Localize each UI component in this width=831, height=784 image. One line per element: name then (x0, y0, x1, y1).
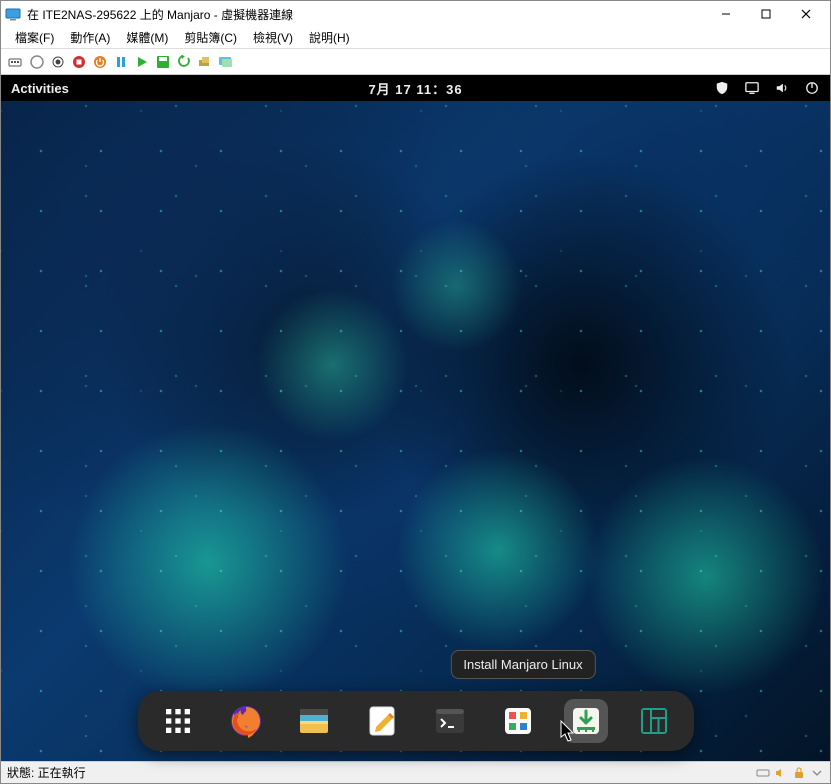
start-icon[interactable] (133, 53, 151, 71)
status-icons (756, 766, 824, 780)
ctrl-alt-del-icon[interactable] (7, 53, 25, 71)
dock-terminal[interactable] (428, 699, 472, 743)
menu-bar: 檔案(F) 動作(A) 媒體(M) 剪貼簿(C) 檢視(V) 說明(H) (1, 27, 830, 49)
close-button[interactable] (786, 2, 826, 26)
vm-toolbar (1, 49, 830, 75)
secure-status-icon[interactable] (792, 766, 806, 780)
menu-action[interactable]: 動作(A) (62, 27, 118, 48)
status-area[interactable] (714, 80, 820, 96)
record-icon[interactable] (49, 53, 67, 71)
dock-manjaro-settings[interactable] (632, 699, 676, 743)
dock-firefox[interactable] (224, 699, 268, 743)
window-title: 在 ITE2NAS-295622 上的 Manjaro - 虛擬機器連線 (27, 6, 706, 23)
minimize-button[interactable] (706, 2, 746, 26)
status-text: 狀態: 正在執行 (7, 764, 756, 781)
pause-icon[interactable] (112, 53, 130, 71)
clock[interactable]: 7月 17 11：36 (368, 79, 462, 98)
shield-icon[interactable] (714, 80, 730, 96)
menu-view[interactable]: 檢視(V) (245, 27, 301, 48)
activities-button[interactable]: Activities (11, 81, 69, 96)
speaker-status-icon[interactable] (774, 766, 788, 780)
menu-clipboard[interactable]: 剪貼簿(C) (176, 27, 245, 48)
network-icon[interactable] (756, 766, 770, 780)
dock-files[interactable] (292, 699, 336, 743)
power-off-icon[interactable] (91, 53, 109, 71)
connect-icon[interactable] (28, 53, 46, 71)
revert-icon[interactable] (175, 53, 193, 71)
dock-install-manjaro[interactable] (564, 699, 608, 743)
stop-icon[interactable] (70, 53, 88, 71)
gnome-top-bar: Activities 7月 17 11：36 (1, 75, 830, 101)
maximize-button[interactable] (746, 2, 786, 26)
chevron-down-icon[interactable] (810, 766, 824, 780)
dock-text-editor[interactable] (360, 699, 404, 743)
window-controls (706, 2, 826, 26)
dock-apps-grid[interactable] (156, 699, 200, 743)
dock-software[interactable] (496, 699, 540, 743)
volume-icon[interactable] (774, 80, 790, 96)
vm-window: 在 ITE2NAS-295622 上的 Manjaro - 虛擬機器連線 檔案(… (0, 0, 831, 784)
dock-tooltip: Install Manjaro Linux (450, 650, 595, 679)
dock (138, 691, 694, 751)
save-icon[interactable] (154, 53, 172, 71)
guest-display[interactable]: Activities 7月 17 11：36 Install Manjaro L… (1, 75, 830, 761)
title-bar: 在 ITE2NAS-295622 上的 Manjaro - 虛擬機器連線 (1, 1, 830, 27)
vmconnect-icon (5, 6, 21, 22)
desktop-wallpaper (1, 101, 830, 761)
display-icon[interactable] (744, 80, 760, 96)
status-bar: 狀態: 正在執行 (1, 761, 830, 783)
menu-file[interactable]: 檔案(F) (7, 27, 62, 48)
power-icon[interactable] (804, 80, 820, 96)
enhanced-session-icon[interactable] (217, 53, 235, 71)
checkpoint-icon[interactable] (196, 53, 214, 71)
menu-media[interactable]: 媒體(M) (118, 27, 176, 48)
menu-help[interactable]: 說明(H) (301, 27, 358, 48)
